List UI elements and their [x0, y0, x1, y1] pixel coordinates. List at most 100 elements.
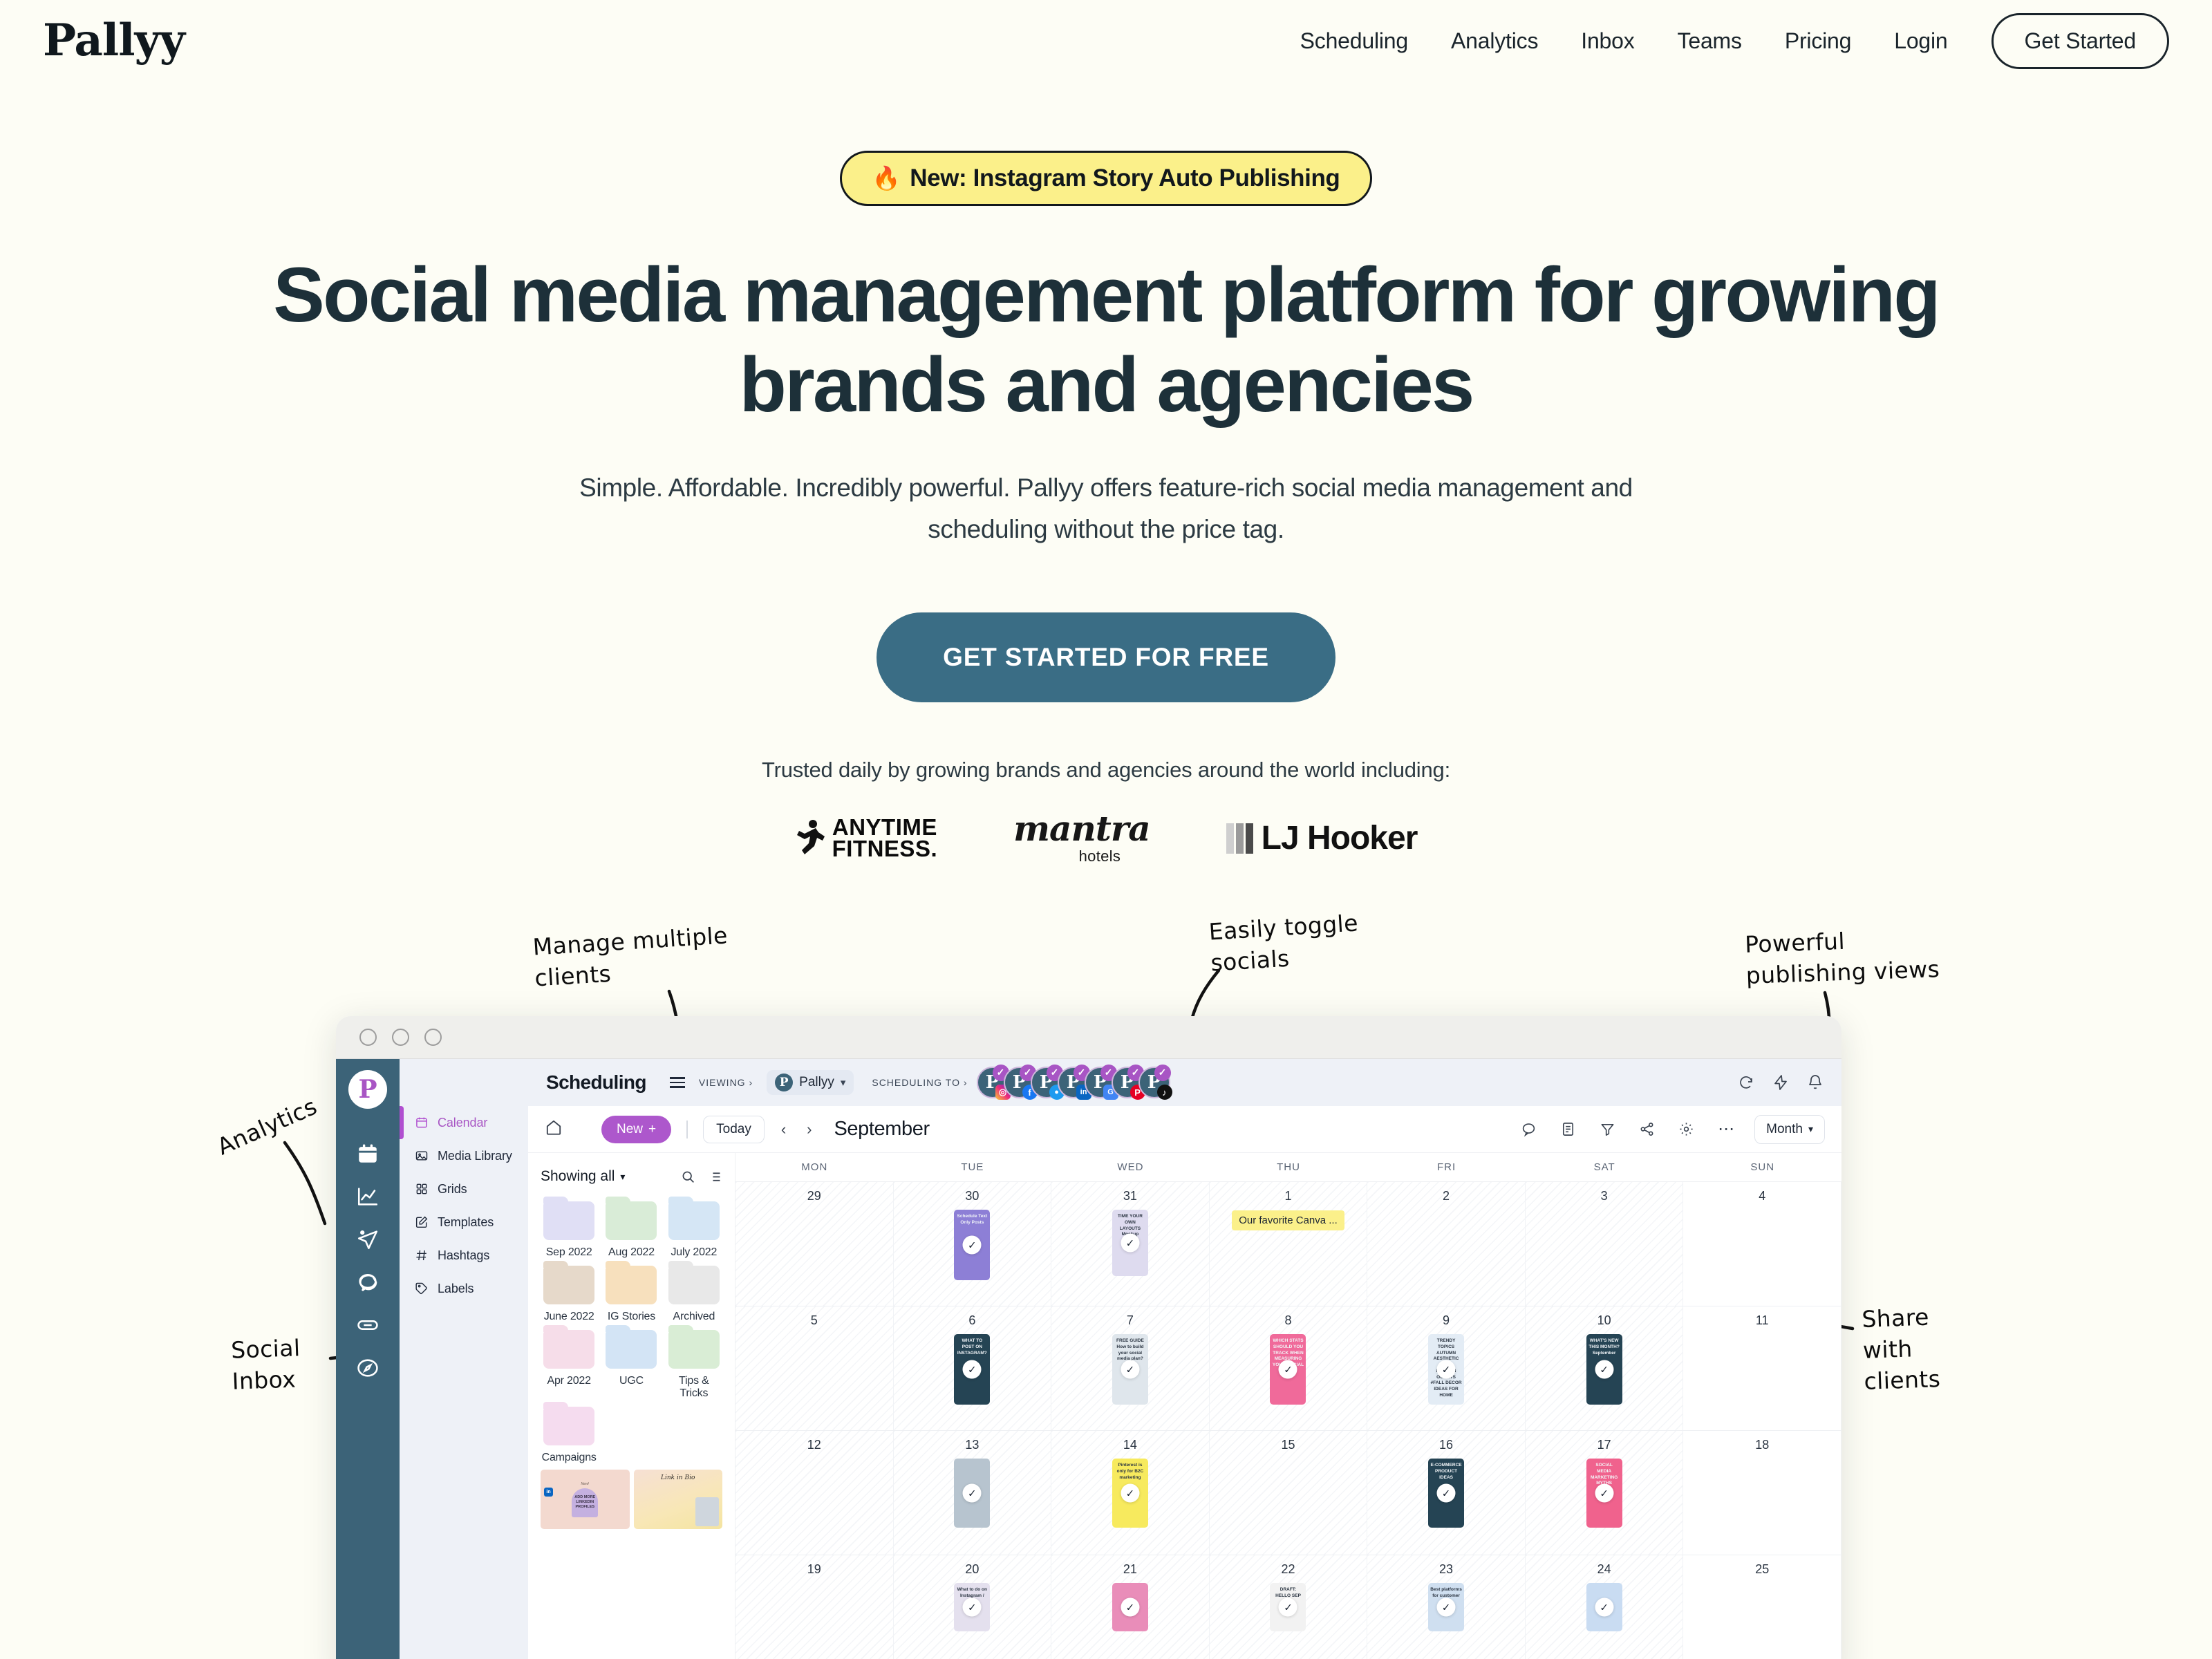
calendar-day-cell[interactable]: 29: [735, 1182, 894, 1306]
brand-logo[interactable]: Pallyy: [43, 19, 185, 63]
comment-icon[interactable]: [1509, 1121, 1548, 1137]
calendar-day-cell[interactable]: 3: [1525, 1182, 1684, 1306]
calendar-post-card[interactable]: Best platforms for customer ✓: [1428, 1583, 1465, 1631]
sidebar-item-hashtags[interactable]: Hashtags: [400, 1239, 528, 1272]
calendar-day-cell[interactable]: 16 E-COMMERCE PRODUCT IDEAS ✓: [1367, 1431, 1526, 1555]
nav-link-inbox[interactable]: Inbox: [1559, 28, 1656, 54]
calendar-post-card[interactable]: What to do on Instagram / Link✓: [954, 1583, 991, 1631]
calendar-day-cell[interactable]: 23 Best platforms for customer ✓: [1367, 1555, 1526, 1659]
nav-link-analytics[interactable]: Analytics: [1430, 28, 1559, 54]
calendar-day-cell[interactable]: 2: [1367, 1182, 1526, 1306]
list-icon[interactable]: [1548, 1121, 1588, 1137]
calendar-day-cell[interactable]: 15: [1209, 1431, 1368, 1555]
calendar-day-cell[interactable]: 14 Pinterest is only for B2C marketing ✓: [1051, 1431, 1210, 1555]
window-minimize-icon[interactable]: [392, 1029, 409, 1046]
rail-pallyy-logo[interactable]: P: [348, 1070, 387, 1109]
calendar-post-card[interactable]: ✓: [1112, 1583, 1148, 1631]
window-close-icon[interactable]: [359, 1029, 377, 1046]
calendar-post-card[interactable]: ✓: [1586, 1583, 1622, 1631]
calendar-day-cell[interactable]: 22 DRAFT: HELLO SEP ✓: [1209, 1555, 1368, 1659]
calendar-day-cell[interactable]: 12: [735, 1431, 894, 1555]
folder-item[interactable]: IG Stories: [603, 1261, 659, 1323]
sidebar-item-calendar[interactable]: Calendar: [400, 1106, 528, 1139]
avatar-tiktok[interactable]: P ✓ ♪: [1138, 1065, 1172, 1100]
next-month-button[interactable]: ›: [803, 1121, 816, 1138]
thumbnail-link-in-bio[interactable]: Link in Bio: [633, 1470, 722, 1529]
nav-link-login[interactable]: Login: [1873, 28, 1969, 54]
sidebar-item-grids[interactable]: Grids: [400, 1172, 528, 1206]
view-selector[interactable]: Month ▾: [1754, 1114, 1825, 1144]
calendar-day-cell[interactable]: 20 What to do on Instagram / Link✓: [893, 1555, 1052, 1659]
calendar-post-card[interactable]: ✓: [954, 1459, 991, 1528]
calendar-post-card[interactable]: TIME YOUR OWN LAYOUTS Mockup✓: [1112, 1210, 1148, 1276]
calendar-day-cell[interactable]: 1 Our favorite Canva ...: [1209, 1182, 1368, 1306]
calendar-day-cell[interactable]: 9 TRENDY TOPICS AUTUMN AESTHETIC #FALL FA…: [1367, 1306, 1526, 1430]
window-maximize-icon[interactable]: [424, 1029, 442, 1046]
new-post-button[interactable]: New +: [601, 1115, 672, 1143]
nav-link-scheduling[interactable]: Scheduling: [1279, 28, 1430, 54]
calendar-day-cell[interactable]: 8 WHICH STATS SHOULD YOU TRACK WHEN MEASU…: [1209, 1306, 1368, 1430]
rail-analytics-icon[interactable]: [336, 1175, 400, 1218]
folder-item[interactable]: June 2022: [541, 1261, 597, 1323]
calendar-day-cell[interactable]: 13 ✓: [893, 1431, 1052, 1555]
calendar-post-card[interactable]: Pinterest is only for B2C marketing ✓: [1112, 1459, 1148, 1528]
calendar-day-cell[interactable]: 7 FREE GUIDE How to build your social med…: [1051, 1306, 1210, 1430]
get-started-free-button[interactable]: GET STARTED FOR FREE: [877, 612, 1335, 702]
calendar-day-cell[interactable]: 10 WHAT'S NEW THIS MONTH? September ✓: [1525, 1306, 1684, 1430]
folder-item[interactable]: Apr 2022: [541, 1325, 597, 1400]
sidebar-item-templates[interactable]: Templates: [400, 1206, 528, 1239]
refresh-icon[interactable]: [1738, 1074, 1754, 1091]
get-started-button[interactable]: Get Started: [1991, 12, 2169, 69]
thumbnail-linkedin-profiles[interactable]: New! ADD MORE LINKEDIN PROFILES in: [541, 1470, 630, 1529]
calendar-post-card[interactable]: SOCIAL MEDIA MARKETING MYTHS✓: [1586, 1459, 1622, 1528]
calendar-post-card[interactable]: WHAT'S NEW THIS MONTH? September ✓: [1586, 1334, 1622, 1405]
calendar-day-cell[interactable]: 25: [1683, 1555, 1841, 1659]
rail-inbox-icon[interactable]: [336, 1261, 400, 1304]
share-icon[interactable]: [1627, 1121, 1667, 1137]
workspace-selector[interactable]: P Pallyy ▾: [767, 1070, 854, 1095]
today-button[interactable]: Today: [703, 1115, 765, 1143]
menu-icon[interactable]: [669, 1077, 685, 1088]
sidebar-item-media-library[interactable]: Media Library: [400, 1139, 528, 1172]
calendar-day-cell[interactable]: 18: [1683, 1431, 1841, 1555]
calendar-day-cell[interactable]: 30 Schedule Text Only Posts ✓: [893, 1182, 1052, 1306]
list-view-icon[interactable]: [708, 1170, 722, 1184]
sidebar-item-labels[interactable]: Labels: [400, 1272, 528, 1305]
bolt-icon[interactable]: [1772, 1074, 1789, 1091]
showing-filter[interactable]: Showing all ▾: [541, 1168, 625, 1185]
calendar-post-card[interactable]: E-COMMERCE PRODUCT IDEAS ✓: [1428, 1459, 1465, 1528]
home-icon[interactable]: [545, 1118, 563, 1140]
calendar-day-cell[interactable]: 19: [735, 1555, 894, 1659]
rail-publish-icon[interactable]: [336, 1218, 400, 1261]
settings-icon[interactable]: [1667, 1121, 1706, 1137]
calendar-note[interactable]: Our favorite Canva ...: [1232, 1210, 1344, 1230]
folder-item[interactable]: Sep 2022: [541, 1197, 597, 1259]
folder-item[interactable]: Campaigns: [541, 1402, 597, 1464]
folder-item[interactable]: UGC: [603, 1325, 659, 1400]
rail-calendar-icon[interactable]: [336, 1132, 400, 1175]
folder-item[interactable]: Tips & Tricks: [666, 1325, 722, 1400]
search-icon[interactable]: [681, 1170, 695, 1184]
more-icon[interactable]: ⋯: [1706, 1119, 1747, 1139]
folder-item[interactable]: Archived: [666, 1261, 722, 1323]
calendar-post-card[interactable]: DRAFT: HELLO SEP ✓: [1270, 1583, 1306, 1631]
calendar-day-cell[interactable]: 21 ✓: [1051, 1555, 1210, 1659]
calendar-post-card[interactable]: WHICH STATS SHOULD YOU TRACK WHEN MEASUR…: [1270, 1334, 1306, 1405]
nav-link-teams[interactable]: Teams: [1656, 28, 1763, 54]
filter-icon[interactable]: [1588, 1121, 1627, 1137]
calendar-post-card[interactable]: FREE GUIDE How to build your social medi…: [1112, 1334, 1148, 1405]
folder-item[interactable]: Aug 2022: [603, 1197, 659, 1259]
bell-icon[interactable]: [1807, 1074, 1824, 1091]
calendar-day-cell[interactable]: 11: [1683, 1306, 1841, 1430]
calendar-day-cell[interactable]: 17 SOCIAL MEDIA MARKETING MYTHS✓: [1525, 1431, 1684, 1555]
calendar-day-cell[interactable]: 31 TIME YOUR OWN LAYOUTS Mockup✓: [1051, 1182, 1210, 1306]
calendar-day-cell[interactable]: 5: [735, 1306, 894, 1430]
rail-link-icon[interactable]: [336, 1304, 400, 1347]
prev-month-button[interactable]: ‹: [777, 1121, 790, 1138]
folder-item[interactable]: July 2022: [666, 1197, 722, 1259]
rail-discover-icon[interactable]: [336, 1347, 400, 1389]
nav-link-pricing[interactable]: Pricing: [1763, 28, 1873, 54]
calendar-post-card[interactable]: TRENDY TOPICS AUTUMN AESTHETIC #FALL FAS…: [1428, 1334, 1465, 1405]
calendar-post-card[interactable]: Schedule Text Only Posts ✓: [954, 1210, 991, 1280]
calendar-day-cell[interactable]: 6 WHAT TO POST ON INSTAGRAM? ✓: [893, 1306, 1052, 1430]
